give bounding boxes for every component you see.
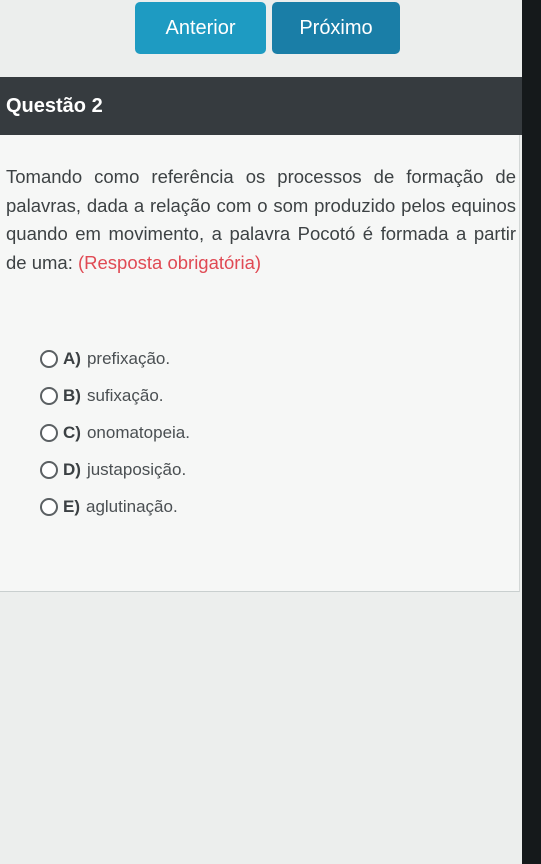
option-e[interactable]: E) aglutinação. — [40, 488, 190, 525]
screen-bezel — [522, 0, 541, 864]
option-letter: C) — [63, 422, 81, 442]
required-note: (Resposta obrigatória) — [78, 251, 262, 273]
question-navigation: Anterior Próximo — [135, 2, 400, 54]
option-d[interactable]: D) justaposição. — [40, 451, 190, 488]
option-text: aglutinação. — [86, 496, 178, 516]
question-statement: Tomando como referência os processos de … — [6, 163, 516, 277]
option-b[interactable]: B) sufixação. — [40, 377, 190, 414]
answer-options: A) prefixação. B) sufixação. C) onomatop… — [40, 340, 190, 525]
previous-button[interactable]: Anterior — [135, 2, 266, 54]
radio-button[interactable] — [40, 349, 58, 368]
option-text: sufixação. — [86, 385, 164, 405]
option-text: justaposição. — [86, 459, 187, 479]
next-button[interactable]: Próximo — [272, 2, 400, 54]
option-letter: D) — [63, 459, 81, 479]
question-heading: Questão 2 — [6, 94, 103, 117]
option-letter: A) — [63, 348, 81, 368]
screen: Anterior Próximo Questão 2 Tomando como … — [0, 0, 522, 864]
radio-button[interactable] — [40, 386, 58, 405]
option-text: prefixação. — [86, 348, 171, 368]
option-a[interactable]: A) prefixação. — [40, 340, 190, 377]
option-letter: E) — [63, 496, 80, 516]
option-letter: B) — [63, 385, 81, 405]
radio-button[interactable] — [40, 497, 58, 516]
option-text: onomatopeia. — [86, 422, 190, 442]
radio-button[interactable] — [40, 460, 58, 479]
question-header: Questão 2 — [0, 77, 522, 135]
option-c[interactable]: C) onomatopeia. — [40, 414, 190, 451]
radio-button[interactable] — [40, 423, 58, 442]
